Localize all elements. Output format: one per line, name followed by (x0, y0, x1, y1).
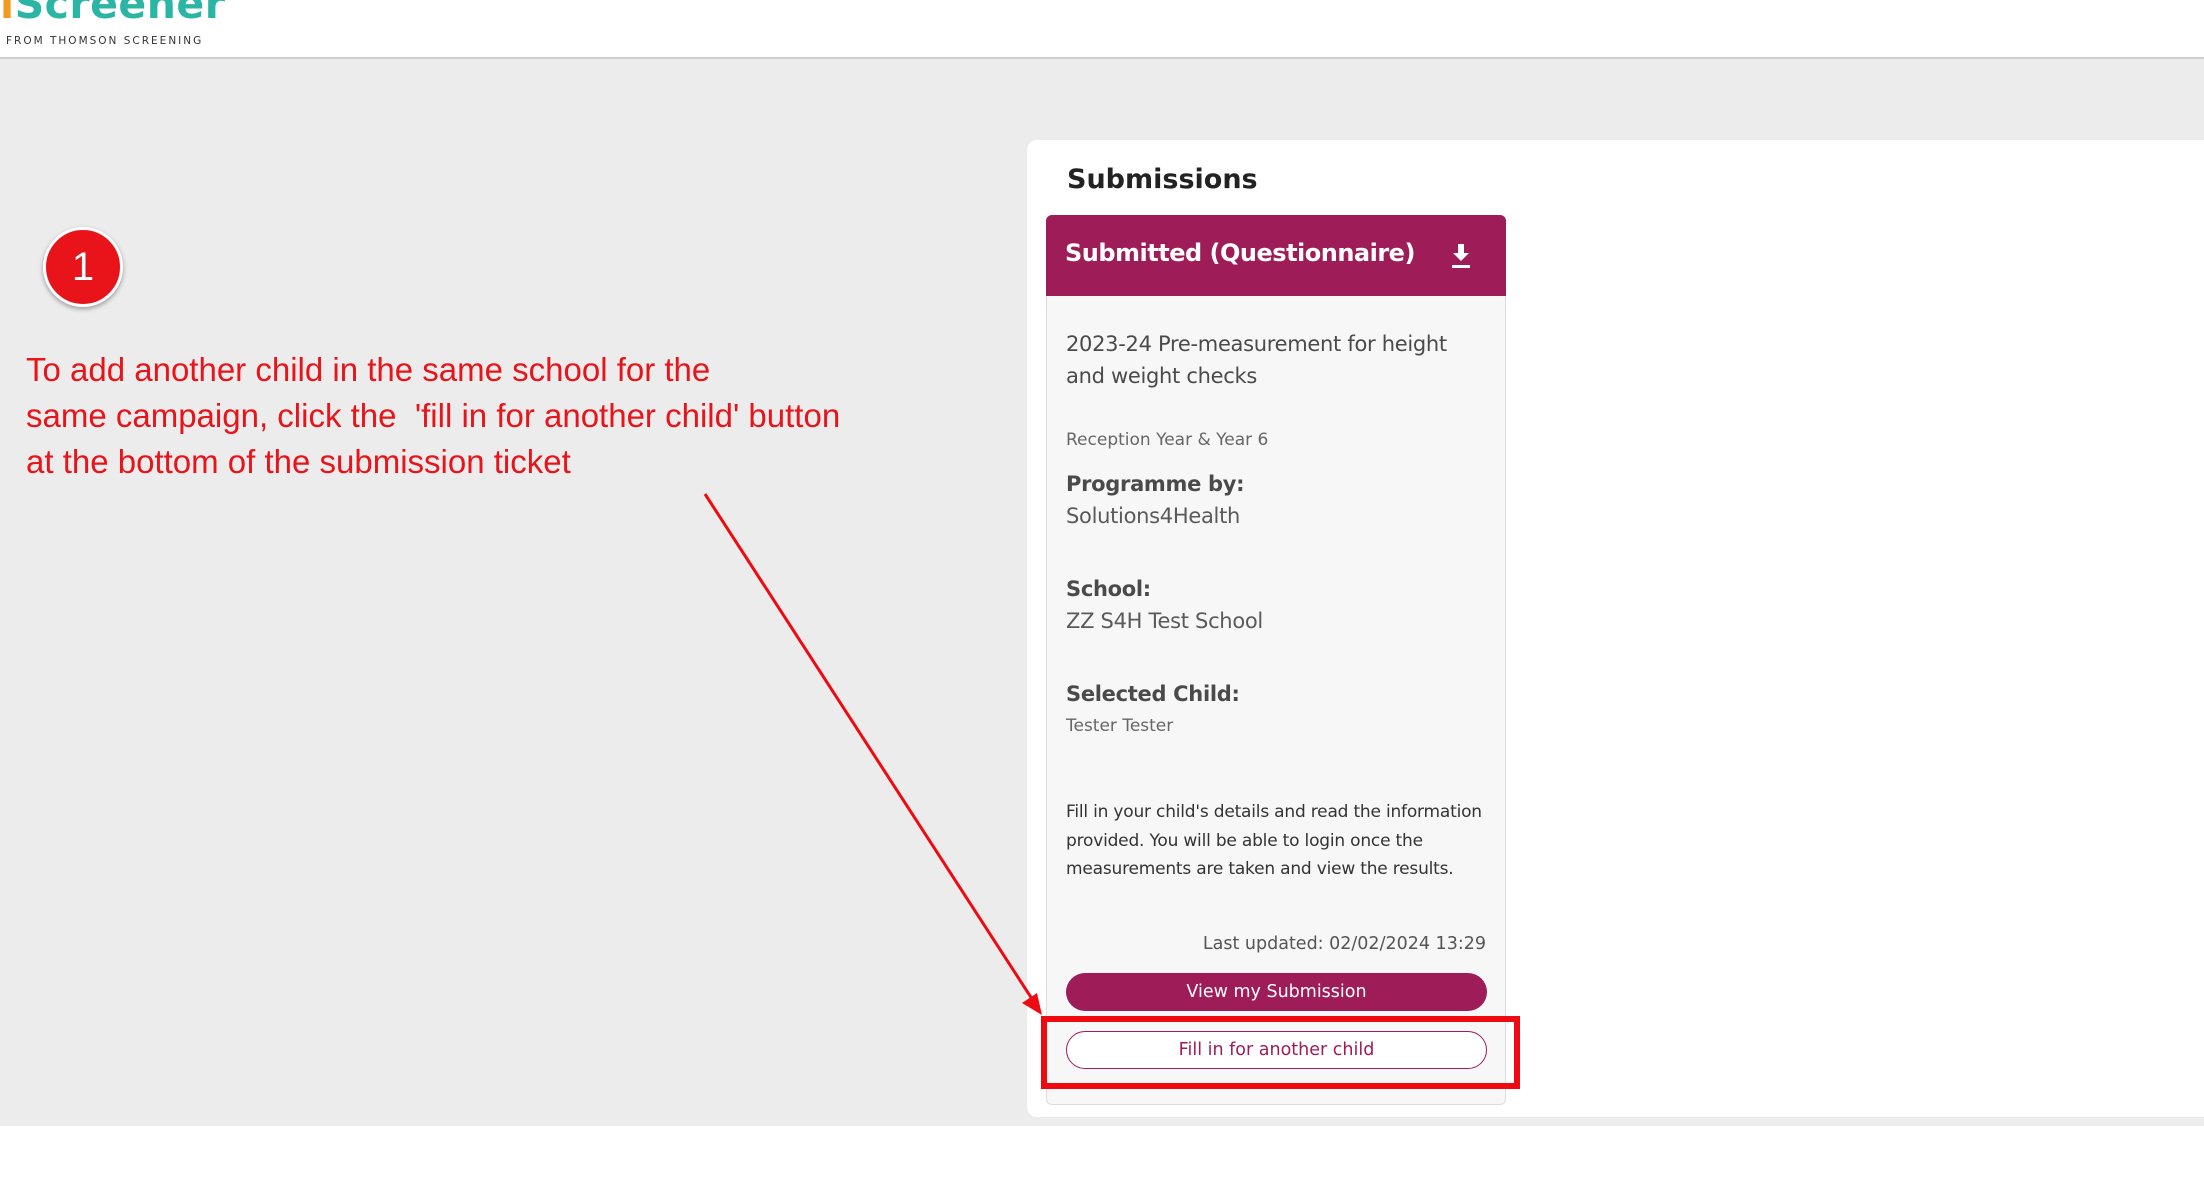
campaign-name: 2023-24 Pre-measurement for height and w… (1066, 332, 1447, 388)
download-icon[interactable] (1449, 242, 1473, 270)
last-updated: Last updated: 02/02/2024 13:29 (1202, 934, 1486, 954)
instruction-line: same campaign, click the 'fill in for an… (26, 397, 841, 434)
year-groups: Reception Year & Year 6 (1066, 430, 1269, 450)
submission-description: Fill in your child's details and read th… (1066, 802, 1482, 879)
card-header: Submitted (Questionnaire) (1046, 215, 1506, 296)
instruction-line: at the bottom of the submission ticket (26, 443, 571, 480)
step-number-badge: 1 (43, 227, 123, 307)
submissions-panel: Submissions Submitted (Questionnaire) 20… (1027, 140, 2204, 1117)
school-label: School: (1066, 577, 1151, 601)
logo-word: Screener (14, 0, 226, 28)
logo-first-letter: i (0, 0, 15, 28)
app-logo[interactable]: iScreener FROM THOMSON SCREENING (0, 0, 225, 47)
panel-title: Submissions (1067, 164, 1258, 195)
view-submission-button[interactable]: View my Submission (1066, 973, 1487, 1011)
programme-label: Programme by: (1066, 472, 1245, 496)
submission-card: Submitted (Questionnaire) 2023-24 Pre-me… (1046, 215, 1506, 1105)
selected-child-label: Selected Child: (1066, 682, 1240, 706)
submission-status: Submitted (Questionnaire) (1065, 239, 1415, 267)
logo-wordmark: iScreener (0, 0, 225, 25)
programme-value: Solutions4Health (1066, 504, 1241, 528)
logo-tagline: FROM THOMSON SCREENING (6, 35, 204, 47)
instruction-line: To add another child in the same school … (26, 351, 711, 388)
school-value: ZZ S4H Test School (1066, 609, 1263, 633)
instruction-text: To add another child in the same school … (26, 347, 966, 485)
top-header: iScreener FROM THOMSON SCREENING (0, 0, 2204, 59)
bottom-strip (0, 1126, 2204, 1185)
fill-in-another-child-button[interactable]: Fill in for another child (1066, 1031, 1487, 1069)
selected-child-value: Tester Tester (1066, 716, 1174, 736)
